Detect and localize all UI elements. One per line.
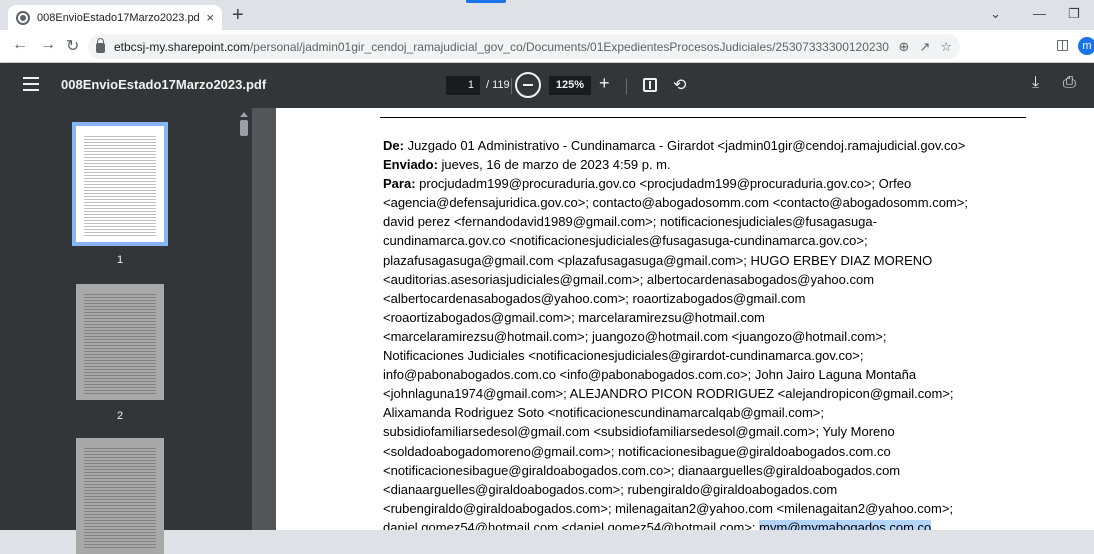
tab-strip: 008EnvioEstado17Marzo2023.pd × + ⌄ — ❐ <box>0 0 1094 30</box>
thumbnail-sidebar: 1 2 <box>0 108 252 554</box>
side-panel-icon[interactable]: ◫ <box>1056 36 1069 53</box>
page-number-input[interactable]: 1 <box>446 76 480 95</box>
page-thumbnail[interactable] <box>76 284 164 400</box>
url-host: etbcsj-my.sharepoint.com <box>114 39 250 54</box>
back-icon[interactable]: ← <box>12 36 28 54</box>
new-tab-button[interactable]: + <box>232 4 244 27</box>
recipient-line: <dianaarguelles@giraldoabogados.com>; ru… <box>383 481 838 497</box>
from-label: De: <box>383 138 404 153</box>
recipient-line-last: daniel.gomez54@hotmail.com <daniel.gomez… <box>383 518 1043 530</box>
address-bar[interactable]: etbcsj-my.sharepoint.com/personal/jadmin… <box>88 34 960 59</box>
minimize-icon[interactable]: — <box>1033 6 1046 21</box>
sent-label: Enviado: <box>383 157 438 173</box>
download-icon[interactable]: ⤓ <box>1032 74 1039 92</box>
thumbnail-number: 2 <box>116 410 124 422</box>
recipient-line: info@pabonabogados.com.co <info@pabonabo… <box>383 367 917 383</box>
recipient-line: Alixamanda Rodriguez Soto <notificacione… <box>383 405 824 421</box>
recipient-line: <marcelaramirezsu@hotmail.com>; juangozo… <box>383 328 887 344</box>
tab-strip-indicator <box>466 0 506 3</box>
menu-icon[interactable] <box>23 77 39 91</box>
recipient-line: <agencia@defensajuridica.gov.co>; contac… <box>383 195 968 211</box>
sent-line: Enviado: jueves, 16 de marzo de 2023 4:5… <box>383 155 1043 174</box>
forward-icon[interactable]: → <box>40 36 56 54</box>
sidebar-scrollbar[interactable] <box>237 108 252 530</box>
pdf-page: De: Juzgado 01 Administrativo - Cundinam… <box>276 108 1094 530</box>
scrollbar-thumb[interactable] <box>240 120 248 136</box>
lock-icon[interactable] <box>96 38 105 53</box>
zoom-out-icon[interactable] <box>515 72 541 98</box>
profile-avatar[interactable]: m <box>1078 37 1094 55</box>
share-icon[interactable]: ↗ <box>919 39 930 55</box>
fit-page-icon[interactable] <box>643 78 657 92</box>
recipient-line: <johnlaguna1974@gmail.com>; ALEJANDRO PI… <box>383 386 954 402</box>
scroll-up-icon[interactable] <box>240 112 248 117</box>
favicon-icon <box>16 10 30 25</box>
recipient-line: david perez <fernandodavid1989@gmail.com… <box>383 214 877 230</box>
to-line: Para: procjudadm199@procuraduria.gov.co … <box>383 174 1043 193</box>
sent-value: jueves, 16 de marzo de 2023 4:59 p. m. <box>437 157 671 173</box>
tab-title: 008EnvioEstado17Marzo2023.pd <box>37 11 200 24</box>
pdf-viewer: 1 2 De: Juzgado 01 Administrativo - Cund… <box>0 108 1094 554</box>
thumbnail-number: 1 <box>116 254 124 266</box>
recipient-line: <auditorias.asesoriasjudiciales@gmail.co… <box>383 271 875 287</box>
recipient-line: subsidiofamiliarsedesol@gmail.com <subsi… <box>383 424 895 440</box>
toolbar-divider <box>511 78 512 94</box>
page-total: / 119 <box>486 79 510 91</box>
recipient-line: <notificacionesibague@giraldoabogados.co… <box>383 462 901 478</box>
recipient-line: <rubengiraldo@giraldoabogados.com>; mile… <box>383 500 954 516</box>
browser-tab[interactable]: 008EnvioEstado17Marzo2023.pd × <box>8 5 222 30</box>
recipient-line: <soldadoabogadomoreno@gmail.com>; notifi… <box>383 443 891 459</box>
url-text[interactable]: etbcsj-my.sharepoint.com/personal/jadmin… <box>114 40 889 54</box>
zoom-in-icon[interactable]: + <box>599 73 610 94</box>
restore-icon[interactable]: ❐ <box>1068 6 1080 22</box>
to-value: procjudadm199@procuraduria.gov.co <procj… <box>415 176 912 192</box>
page-thumbnail[interactable] <box>72 122 168 246</box>
from-value: Juzgado 01 Administrativo - Cundinamarca… <box>403 138 966 153</box>
to-label: Para: <box>383 176 416 192</box>
email-header: De: Juzgado 01 Administrativo - Cundinam… <box>383 136 1043 530</box>
page-thumbnail[interactable] <box>76 438 164 554</box>
toolbar-divider <box>626 78 627 94</box>
url-path: /personal/jadmin01gir_cendoj_ramajudicia… <box>249 39 889 54</box>
recipient-line: plazafusagasuga@gmail.com <plazafusagasu… <box>383 252 933 268</box>
browser-toolbar: ← → ↻ etbcsj-my.sharepoint.com/personal/… <box>0 30 1094 63</box>
recipient-line: <roaortizabogados@gmail.com>; marcelaram… <box>383 309 765 325</box>
pdf-title: 008EnvioEstado17Marzo2023.pdf <box>61 77 267 92</box>
recipient-text: daniel.gomez54@hotmail.com <daniel.gomez… <box>383 519 760 530</box>
zoom-input[interactable]: 125% <box>549 76 591 95</box>
pdf-toolbar: 008EnvioEstado17Marzo2023.pdf 1 / 119 12… <box>0 63 1094 108</box>
tab-search-icon[interactable]: ⌄ <box>990 6 1001 22</box>
reload-icon[interactable]: ↻ <box>66 36 79 56</box>
header-rule <box>380 117 1026 118</box>
bookmark-star-icon[interactable]: ☆ <box>940 39 952 55</box>
rotate-icon[interactable]: ⟲ <box>673 75 686 95</box>
from-line: De: Juzgado 01 Administrativo - Cundinam… <box>383 136 1043 155</box>
recipient-line: Notificaciones Judiciales <notificacione… <box>383 348 864 364</box>
recipient-line: <albertocardenasabogados@yahoo.com>; roa… <box>383 290 806 306</box>
selected-text[interactable]: mym@mymabogados.com.co <box>759 519 932 530</box>
print-icon[interactable]: ⎙ <box>1063 74 1076 92</box>
recipient-line: cundinamarca.gov.co <notificacionesjudic… <box>383 233 868 249</box>
zoom-indicator-icon[interactable]: ⊕ <box>899 39 910 55</box>
tab-close-icon[interactable]: × <box>206 10 214 25</box>
